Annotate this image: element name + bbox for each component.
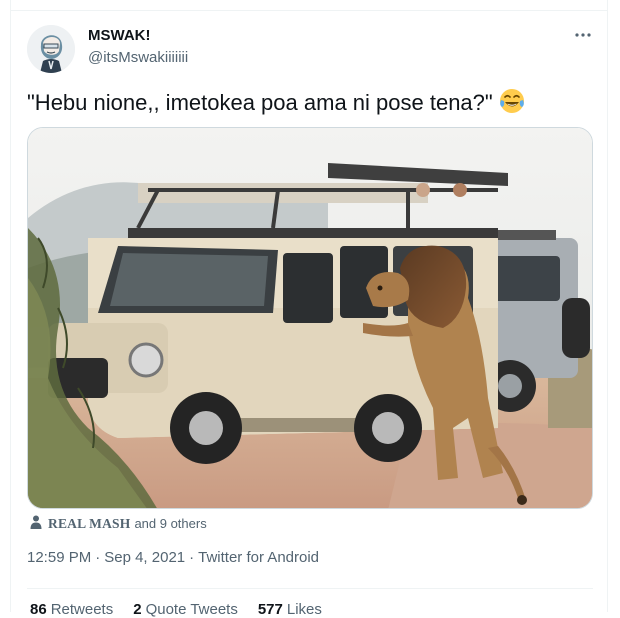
quote-tweets-label: Quote Tweets xyxy=(145,601,238,618)
retweets-label: Retweets xyxy=(50,601,114,618)
stats-divider xyxy=(27,588,593,589)
quote-tweets-stat[interactable]: 2 Quote Tweets xyxy=(133,601,238,618)
tweet-time[interactable]: 12:59 PM xyxy=(27,549,91,566)
tweet-text: "Hebu nione,, imetokea poa ama ni pose t… xyxy=(27,88,525,120)
tweet-source[interactable]: Twitter for Android xyxy=(198,549,319,566)
retweets-count: 86 xyxy=(30,601,47,618)
quote-tweets-count: 2 xyxy=(133,601,142,618)
meta-separator: · xyxy=(95,549,101,566)
top-divider xyxy=(10,10,608,11)
tweet-date[interactable]: Sep 4, 2021 xyxy=(104,549,185,566)
tweet-photo[interactable] xyxy=(27,127,593,509)
retweets-stat[interactable]: 86 Retweets xyxy=(30,601,113,618)
safari-lion-photo xyxy=(28,128,592,508)
likes-stat[interactable]: 577 Likes xyxy=(258,601,322,618)
person-icon xyxy=(30,515,42,532)
tweet-body: "Hebu nione,, imetokea poa ama ni pose t… xyxy=(27,90,493,115)
author-handle[interactable]: @itsMswakiiiiiii xyxy=(88,49,188,66)
face-with-tears-of-joy-icon xyxy=(499,88,525,120)
tagged-others[interactable]: and 9 others xyxy=(134,516,206,531)
likes-label: Likes xyxy=(286,601,322,618)
meta-separator: · xyxy=(189,549,195,566)
more-horizontal-icon[interactable] xyxy=(574,26,592,49)
tweet-meta: 12:59 PM · Sep 4, 2021 · Twitter for Android xyxy=(27,549,319,566)
avatar-illustration xyxy=(27,25,75,73)
author-display-name[interactable]: MSWAK! xyxy=(88,27,151,44)
photo-tags[interactable]: REAL MASH and 9 others xyxy=(30,515,207,532)
likes-count: 577 xyxy=(257,601,283,618)
avatar[interactable] xyxy=(27,25,75,73)
tagged-user[interactable]: REAL MASH xyxy=(48,516,130,532)
tweet-stats: 86 Retweets 2 Quote Tweets 577 Likes xyxy=(30,601,322,618)
